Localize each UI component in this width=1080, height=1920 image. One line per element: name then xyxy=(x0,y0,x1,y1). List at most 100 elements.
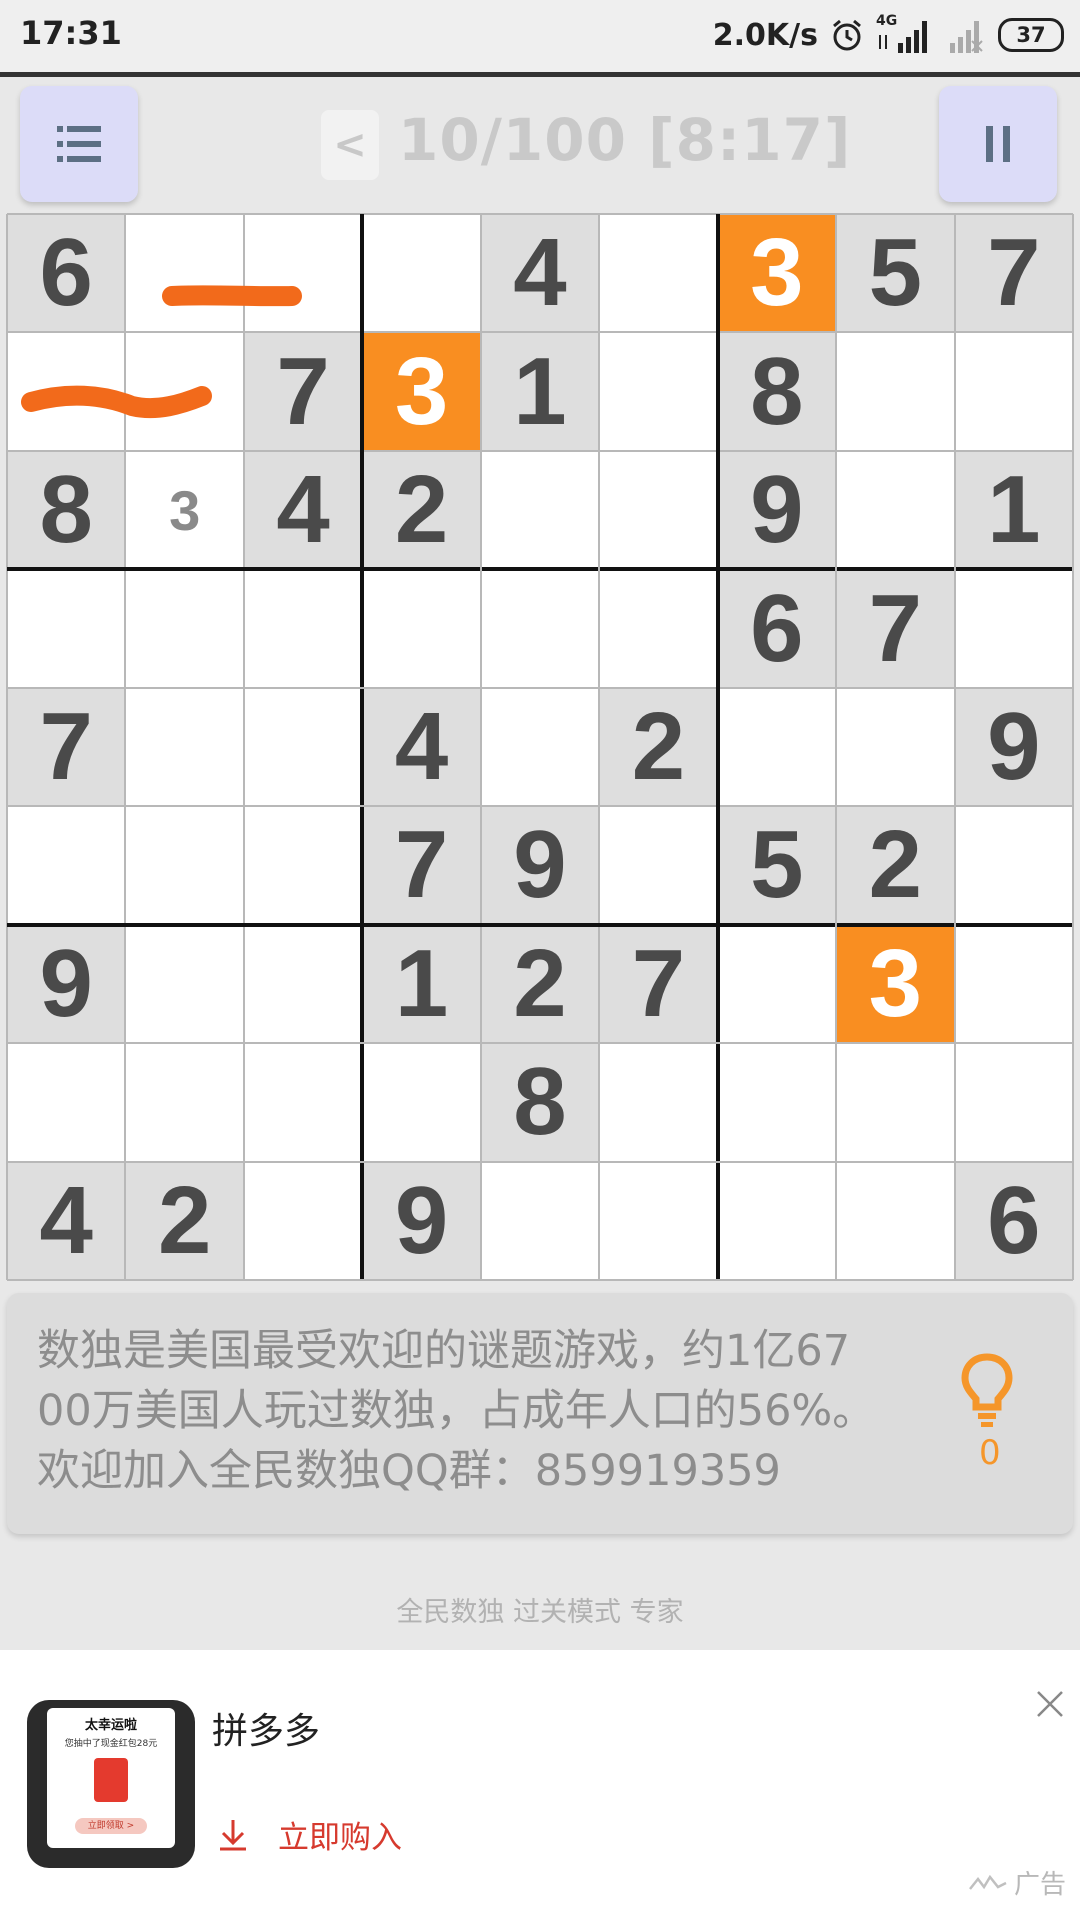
sudoku-cell[interactable] xyxy=(954,924,1073,1044)
sudoku-cell[interactable] xyxy=(717,687,837,807)
sudoku-cell[interactable]: 2 xyxy=(362,450,481,570)
sudoku-cell[interactable]: 2 xyxy=(125,1161,244,1280)
sudoku-cell[interactable] xyxy=(125,569,244,688)
sudoku-cell[interactable]: 3 xyxy=(836,924,955,1044)
sudoku-cell[interactable] xyxy=(125,806,244,925)
status-bar: 17:31 2.0K/s 4G 37 xyxy=(0,0,1080,72)
sudoku-cell[interactable] xyxy=(362,1043,481,1162)
sudoku-cell[interactable] xyxy=(717,924,837,1044)
sudoku-cell[interactable] xyxy=(7,806,126,925)
ad-name[interactable]: 拼多多 xyxy=(212,1702,320,1754)
sudoku-cell[interactable]: 5 xyxy=(836,214,955,333)
sudoku-cell[interactable]: 4 xyxy=(7,1161,126,1280)
sudoku-cell[interactable]: 9 xyxy=(954,687,1073,807)
sudoku-cell[interactable]: 8 xyxy=(480,1043,600,1162)
status-divider xyxy=(0,72,1080,77)
sudoku-cell[interactable]: 2 xyxy=(480,924,600,1044)
sudoku-cell[interactable] xyxy=(125,214,244,333)
sudoku-cell[interactable] xyxy=(954,1043,1073,1162)
battery-icon: 37 xyxy=(998,18,1064,52)
sudoku-cell[interactable]: 9 xyxy=(480,806,600,925)
sudoku-cell[interactable] xyxy=(836,1161,955,1280)
sudoku-cell[interactable] xyxy=(954,569,1073,688)
sudoku-cell[interactable] xyxy=(125,332,244,451)
sudoku-cell[interactable] xyxy=(836,687,955,807)
sudoku-cell[interactable] xyxy=(836,450,955,570)
sudoku-cell[interactable]: 5 xyxy=(717,806,837,925)
sudoku-cell[interactable] xyxy=(599,806,718,925)
sudoku-cell[interactable] xyxy=(599,1161,718,1280)
sudoku-cell[interactable]: 1 xyxy=(362,924,481,1044)
sudoku-cell[interactable]: 4 xyxy=(362,687,481,807)
sudoku-cell[interactable] xyxy=(7,569,126,688)
sudoku-cell[interactable] xyxy=(599,450,718,570)
menu-button[interactable] xyxy=(20,86,138,202)
sudoku-cell[interactable]: 4 xyxy=(480,214,600,333)
sudoku-cell[interactable] xyxy=(599,569,718,688)
sudoku-cell[interactable]: 3 xyxy=(717,214,837,333)
sudoku-cell[interactable] xyxy=(954,806,1073,925)
sudoku-cell[interactable]: 1 xyxy=(954,450,1073,570)
ad-close-button[interactable] xyxy=(1036,1690,1064,1722)
sudoku-cell[interactable]: 1 xyxy=(480,332,600,451)
sudoku-cell[interactable]: 8 xyxy=(7,450,126,570)
sudoku-cell[interactable]: 6 xyxy=(954,1161,1073,1280)
sudoku-cell[interactable] xyxy=(717,1161,837,1280)
sudoku-cell[interactable]: 7 xyxy=(954,214,1073,333)
sudoku-cell[interactable] xyxy=(243,806,363,925)
sudoku-cell[interactable] xyxy=(836,1043,955,1162)
sudoku-cell[interactable] xyxy=(599,332,718,451)
sudoku-cell[interactable] xyxy=(954,332,1073,451)
sudoku-cell[interactable]: 2 xyxy=(599,687,718,807)
sudoku-cell[interactable] xyxy=(480,450,600,570)
sudoku-cell[interactable]: 9 xyxy=(362,1161,481,1280)
sudoku-cell[interactable] xyxy=(125,687,244,807)
sudoku-cell[interactable]: 3 xyxy=(125,450,244,570)
back-button[interactable]: < xyxy=(321,110,379,180)
sudoku-cell[interactable] xyxy=(243,924,363,1044)
sudoku-cell[interactable]: 7 xyxy=(7,687,126,807)
sudoku-cell[interactable] xyxy=(243,687,363,807)
sudoku-cell[interactable] xyxy=(243,1043,363,1162)
sudoku-cell[interactable] xyxy=(7,1043,126,1162)
ad-buy-button[interactable]: 立即购入 xyxy=(218,1812,402,1857)
sudoku-cell[interactable]: 7 xyxy=(599,924,718,1044)
sudoku-cell[interactable]: 7 xyxy=(243,332,363,451)
sudoku-cell[interactable]: 9 xyxy=(7,924,126,1044)
sudoku-cell[interactable] xyxy=(480,687,600,807)
sudoku-cell[interactable] xyxy=(480,569,600,688)
sudoku-cell[interactable] xyxy=(362,569,481,688)
grid-line-horizontal xyxy=(7,567,1073,572)
hint-button[interactable] xyxy=(959,1351,1015,1435)
sudoku-cell[interactable] xyxy=(243,1161,363,1280)
sudoku-cell[interactable] xyxy=(599,214,718,333)
sudoku-cell[interactable] xyxy=(480,1161,600,1280)
pause-button[interactable] xyxy=(939,86,1057,202)
sudoku-cell[interactable] xyxy=(125,1043,244,1162)
ad-thumb-title: 太幸运啦 xyxy=(84,1718,137,1733)
sudoku-cell[interactable] xyxy=(717,1043,837,1162)
download-icon xyxy=(220,1819,246,1850)
sudoku-cell[interactable] xyxy=(243,214,363,333)
sudoku-cell[interactable] xyxy=(362,214,481,333)
sudoku-cell[interactable] xyxy=(243,569,363,688)
sudoku-cell[interactable]: 7 xyxy=(362,806,481,925)
sudoku-cell[interactable]: 2 xyxy=(836,806,955,925)
sudoku-cell[interactable] xyxy=(599,1043,718,1162)
sudoku-cell[interactable] xyxy=(7,332,126,451)
ad-thumbnail[interactable]: 太幸运啦 您抽中了现金红包28元 立即领取 > xyxy=(27,1700,195,1868)
sudoku-cell[interactable]: 3 xyxy=(362,332,481,451)
sudoku-cell[interactable]: 6 xyxy=(7,214,126,333)
sudoku-cell[interactable]: 9 xyxy=(717,450,837,570)
sudoku-cell[interactable]: 7 xyxy=(836,569,955,688)
ad-banner[interactable]: 太幸运啦 您抽中了现金红包28元 立即领取 > 拼多多 立即购入 广告 xyxy=(0,1650,1080,1920)
grid-line-horizontal xyxy=(7,213,1073,215)
list-icon xyxy=(57,126,101,162)
sudoku-cell[interactable]: 4 xyxy=(243,450,363,570)
sudoku-board: 64357731883429167742979529127384296 xyxy=(6,213,1074,1281)
pencil-mark: 3 xyxy=(169,478,201,542)
sudoku-cell[interactable]: 6 xyxy=(717,569,837,688)
sudoku-cell[interactable] xyxy=(125,924,244,1044)
sudoku-cell[interactable]: 8 xyxy=(717,332,837,451)
sudoku-cell[interactable] xyxy=(836,332,955,451)
